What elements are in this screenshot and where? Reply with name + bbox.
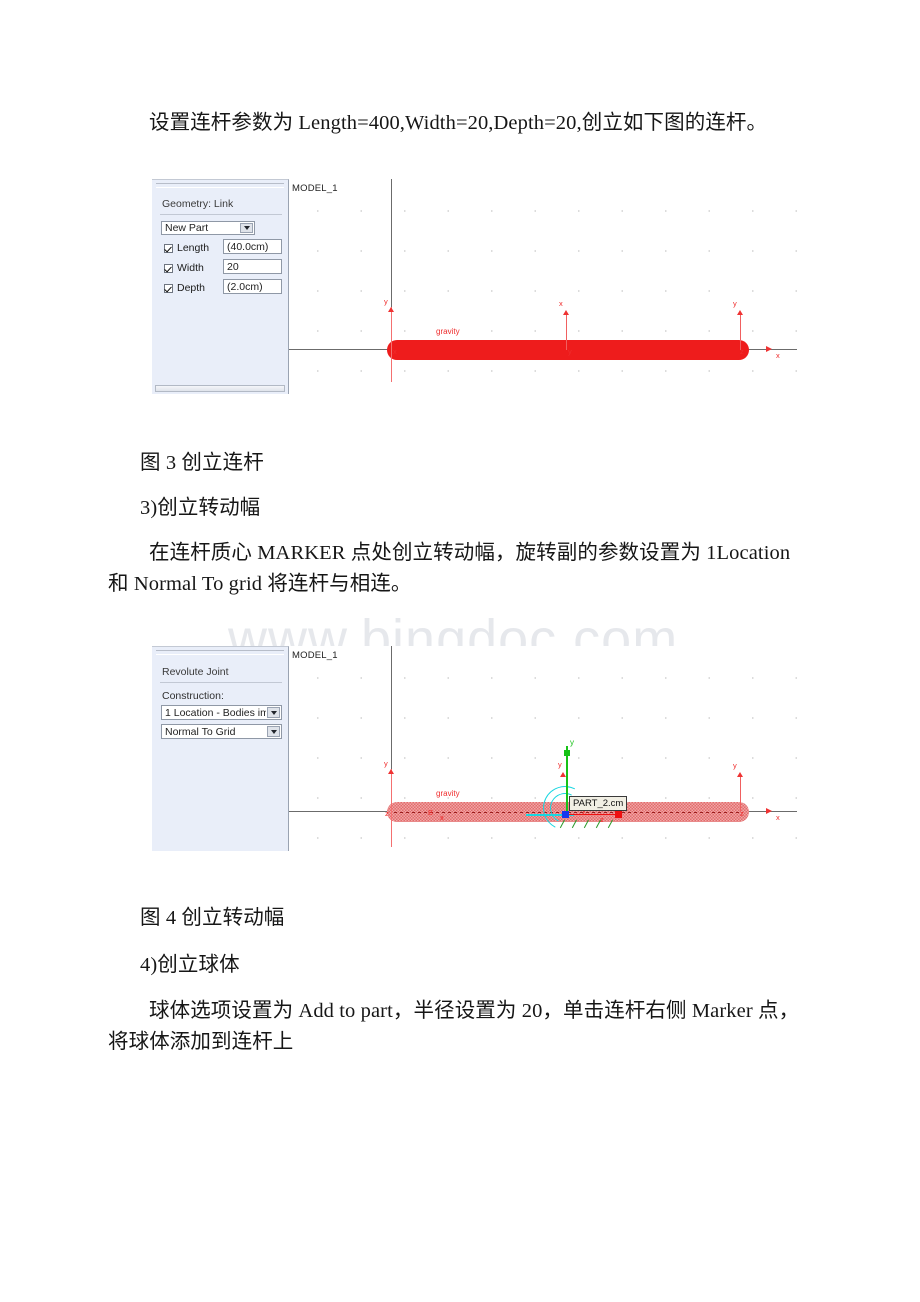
orientation-select[interactable]: Normal To Grid bbox=[161, 724, 282, 739]
paragraph-sphere-instructions: 球体选项设置为 Add to part，半径设置为 20，单击连杆右侧 Mark… bbox=[108, 1000, 800, 1053]
width-checkbox[interactable] bbox=[164, 263, 173, 273]
depth-checkbox[interactable] bbox=[164, 283, 173, 293]
joint-marker-blue[interactable] bbox=[562, 811, 569, 818]
link-viewport[interactable]: MODEL_1 gravity y x x y y z x bbox=[288, 179, 797, 394]
depth-check-row[interactable]: Depth bbox=[164, 282, 205, 294]
gravity-label: gravity bbox=[436, 789, 460, 798]
depth-input[interactable]: (2.0cm) bbox=[223, 279, 282, 294]
figure-create-revolute-joint: MODEL_1 gravity B x y z y z x y y z PART… bbox=[152, 646, 797, 851]
construction-label: Construction: bbox=[162, 690, 224, 702]
length-check-row[interactable]: Length bbox=[164, 242, 209, 254]
construction-select[interactable]: 1 Location - Bodies impl. bbox=[161, 705, 282, 720]
document-page: 设置连杆参数为 Length=400,Width=20,Depth=20,创立如… bbox=[0, 0, 920, 1302]
caption-figure-3: 图 3 创立连杆 bbox=[140, 452, 264, 474]
orientation-select-value: Normal To Grid bbox=[165, 725, 236, 738]
marker-vline-3 bbox=[740, 314, 742, 350]
marker-tip-2 bbox=[563, 310, 569, 315]
panel-grip bbox=[156, 183, 284, 188]
chevron-down-icon[interactable] bbox=[267, 726, 280, 737]
joint-green-handle[interactable] bbox=[564, 750, 570, 756]
width-input[interactable]: 20 bbox=[223, 259, 282, 274]
x-axis-arrow-icon bbox=[766, 808, 772, 814]
panel-title: Revolute Joint bbox=[162, 666, 229, 678]
figure-create-link: MODEL_1 gravity y x x y y z x Geometry: … bbox=[152, 179, 797, 394]
joint-green-axis-label: y bbox=[570, 738, 574, 747]
marker-base-letter-3: z bbox=[740, 347, 744, 356]
marker-letter-right: y bbox=[733, 761, 737, 770]
joint-marker-red[interactable] bbox=[615, 811, 622, 818]
panel-divider bbox=[160, 214, 282, 215]
joint-green-axis[interactable] bbox=[566, 746, 568, 816]
width-check-row[interactable]: Width bbox=[164, 262, 204, 274]
marker-tip-right bbox=[737, 772, 743, 777]
marker-base-letter-1: x bbox=[393, 347, 397, 356]
new-part-select-value: New Part bbox=[165, 222, 209, 234]
part-tooltip: PART_2.cm bbox=[569, 796, 628, 811]
depth-label: Depth bbox=[177, 282, 206, 294]
length-input[interactable]: (40.0cm) bbox=[223, 239, 282, 254]
viewport-grid bbox=[288, 179, 797, 394]
model-name-label: MODEL_1 bbox=[292, 183, 338, 194]
x-axis-label: x bbox=[776, 351, 780, 360]
marker-base-letter-left: z bbox=[385, 809, 389, 818]
paragraph-revolute-instructions: 在连杆质心 MARKER 点处创立转动幅，旋转副的参数设置为 1Location… bbox=[108, 542, 791, 595]
width-label: Width bbox=[177, 262, 204, 274]
heading-create-revolute: 3)创立转动幅 bbox=[140, 497, 261, 519]
marker-vline-left bbox=[391, 769, 392, 847]
paragraph-set-link-params: 设置连杆参数为 Length=400,Width=20,Depth=20,创立如… bbox=[149, 112, 768, 134]
model-name-label: MODEL_1 bbox=[292, 650, 338, 661]
length-label: Length bbox=[177, 242, 210, 254]
joint-marker-tip bbox=[560, 772, 566, 777]
marker-letter-2: x bbox=[559, 299, 563, 308]
marker-tip-3 bbox=[737, 310, 743, 315]
marker-base-letter-right: z bbox=[740, 809, 744, 818]
heading-create-sphere: 4)创立球体 bbox=[140, 954, 240, 976]
marker-vline-right bbox=[740, 776, 742, 812]
x-axis-label: x bbox=[776, 813, 780, 822]
new-part-select[interactable]: New Part bbox=[161, 221, 255, 235]
construction-select-value: 1 Location - Bodies impl. bbox=[165, 706, 266, 719]
marker-tip-left bbox=[388, 769, 394, 774]
x-axis-arrow-icon bbox=[766, 346, 772, 352]
revolute-joint-panel[interactable]: Revolute Joint Construction: 1 Location … bbox=[152, 646, 289, 851]
panel-horizontal-scrollbar[interactable] bbox=[155, 385, 285, 392]
inner-label-x: x bbox=[440, 813, 444, 822]
inner-label-b: B bbox=[428, 808, 434, 817]
marker-letter-3: y bbox=[733, 299, 737, 308]
marker-tip-1 bbox=[388, 307, 394, 312]
marker-vline-1 bbox=[391, 307, 392, 382]
panel-divider bbox=[160, 682, 282, 683]
marker-letter-1: y bbox=[384, 297, 388, 306]
joint-marker-connector bbox=[569, 814, 617, 816]
joint-marker-letter-y: y bbox=[558, 760, 562, 769]
marker-base-letter-2: y bbox=[568, 347, 572, 356]
joint-viewport[interactable]: MODEL_1 gravity B x y z y z x y y z PART… bbox=[288, 646, 797, 851]
panel-grip bbox=[156, 650, 284, 655]
geometry-link-panel[interactable]: Geometry: Link New Part Length (40.0cm) … bbox=[152, 179, 289, 394]
marker-letter-left: y bbox=[384, 759, 388, 768]
length-checkbox[interactable] bbox=[164, 243, 173, 253]
marker-vline-2 bbox=[566, 314, 568, 350]
caption-figure-4: 图 4 创立转动幅 bbox=[140, 907, 285, 929]
panel-title: Geometry: Link bbox=[162, 198, 234, 210]
chevron-down-icon[interactable] bbox=[240, 223, 253, 233]
gravity-label: gravity bbox=[436, 327, 460, 336]
chevron-down-icon[interactable] bbox=[267, 707, 280, 718]
